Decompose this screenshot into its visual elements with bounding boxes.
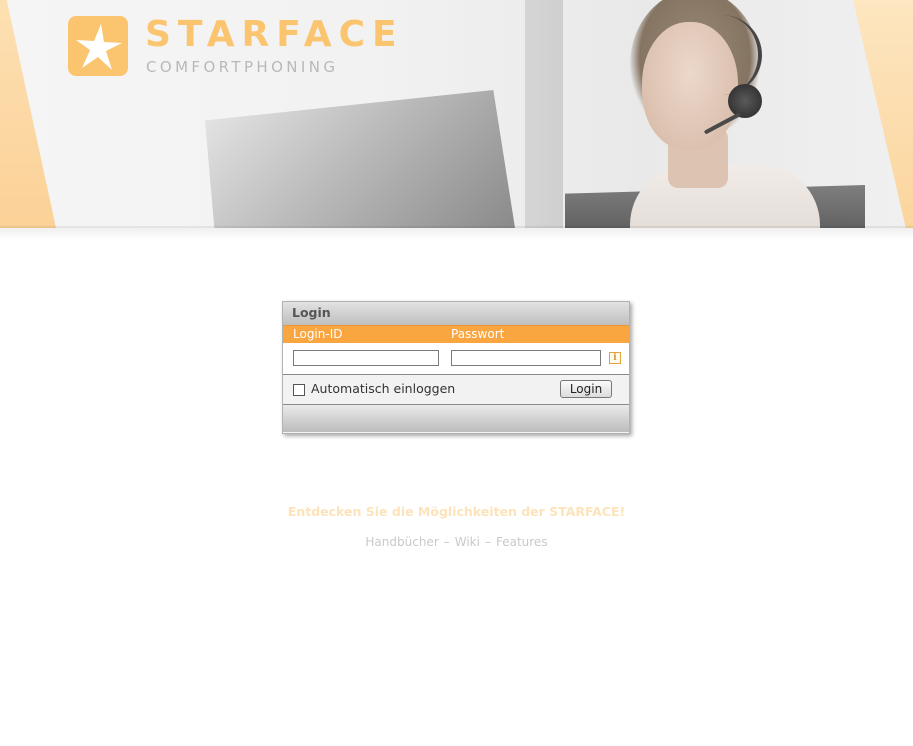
login-button[interactable]: Login bbox=[560, 380, 612, 398]
login-options-row: Automatisch einloggen Login bbox=[283, 375, 629, 405]
login-id-input[interactable] bbox=[293, 350, 439, 366]
banner-window-frame bbox=[525, 0, 563, 228]
login-id-label: Login-ID bbox=[293, 327, 343, 341]
login-inputs-row: i bbox=[283, 343, 629, 375]
header-banner: STARFACE COMFORTPHONING bbox=[0, 0, 913, 228]
auto-login-label[interactable]: Automatisch einloggen bbox=[311, 381, 455, 396]
link-separator: – bbox=[443, 535, 450, 549]
link-separator: – bbox=[484, 535, 491, 549]
auto-login-checkbox[interactable] bbox=[293, 384, 305, 396]
starface-logo-icon bbox=[68, 16, 128, 76]
footer-links: Handbücher – Wiki – Features bbox=[0, 535, 913, 549]
banner-monitor bbox=[205, 90, 515, 228]
headset-icon bbox=[728, 84, 762, 118]
login-panel: Login Login-ID Passwort i Automatisch ei… bbox=[282, 301, 630, 434]
login-panel-footer bbox=[283, 405, 629, 432]
password-input[interactable] bbox=[451, 350, 601, 366]
link-wiki[interactable]: Wiki bbox=[455, 535, 480, 549]
link-features[interactable]: Features bbox=[496, 535, 548, 549]
login-title: Login bbox=[283, 302, 629, 325]
password-label: Passwort bbox=[451, 327, 505, 341]
brand-name: STARFACE bbox=[145, 14, 404, 55]
link-handbuecher[interactable]: Handbücher bbox=[365, 535, 438, 549]
brand-tagline: COMFORTPHONING bbox=[146, 58, 339, 76]
banner-stripe-left bbox=[0, 0, 56, 228]
banner-shadow bbox=[0, 226, 913, 240]
login-field-labels: Login-ID Passwort bbox=[283, 325, 629, 343]
discover-text: Entdecken Sie die Möglichkeiten der STAR… bbox=[287, 504, 626, 519]
info-icon[interactable]: i bbox=[609, 352, 621, 364]
